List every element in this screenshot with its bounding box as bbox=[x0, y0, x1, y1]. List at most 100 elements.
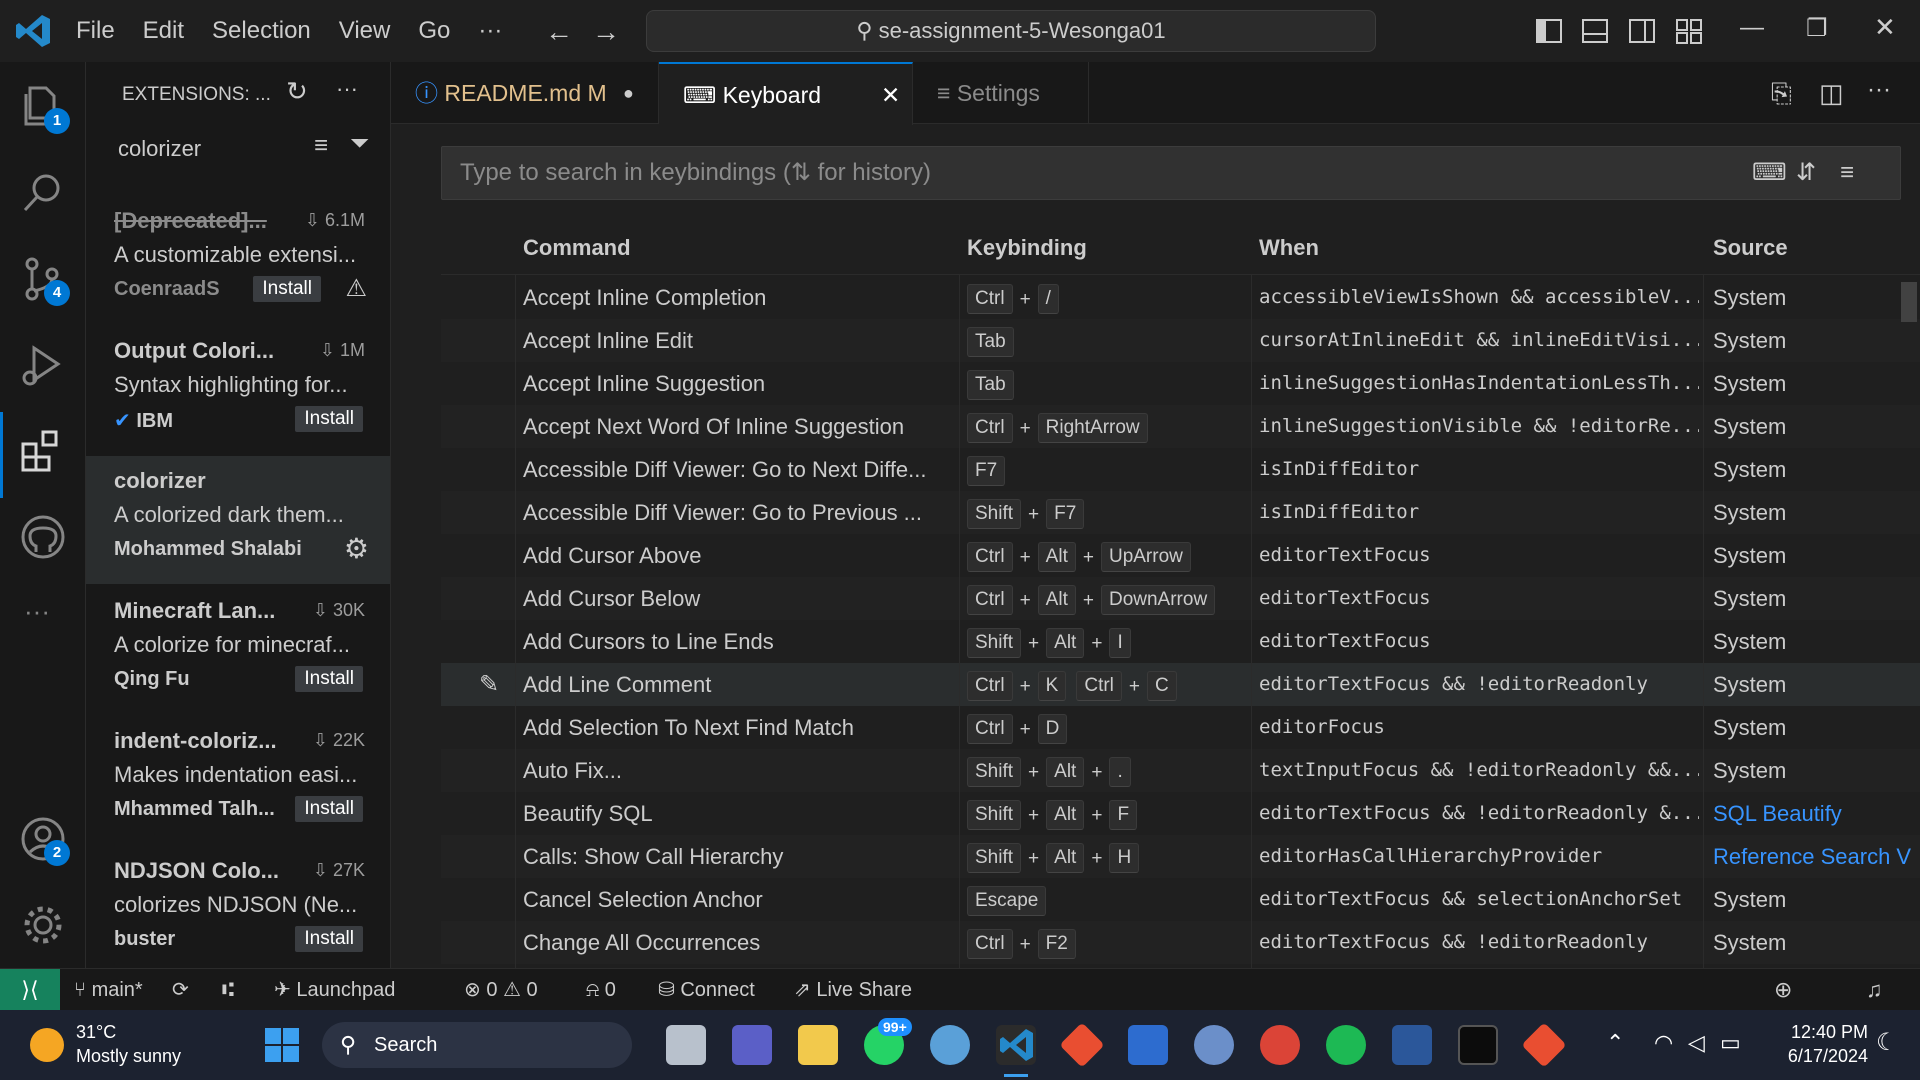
customize-layout-icon[interactable] bbox=[1674, 16, 1704, 46]
clear-search-icon[interactable]: ≡ bbox=[1840, 147, 1854, 199]
git-icon[interactable] bbox=[1059, 1022, 1105, 1068]
header-when[interactable]: When bbox=[1259, 222, 1319, 274]
record-keys-icon[interactable]: ⌨ bbox=[1752, 147, 1787, 199]
connect-status[interactable]: ⛁ Connect bbox=[658, 969, 755, 1011]
keybinding-row[interactable]: Cancel Selection Anchor Escape editorTextF… bbox=[441, 878, 1920, 921]
install-button[interactable]: Install bbox=[253, 276, 321, 302]
ports-status[interactable]: ⍾ 0 bbox=[586, 969, 616, 1011]
keybinding-row[interactable]: Add Selection To Next Find Match Ctrl + Ded… bbox=[441, 706, 1920, 749]
keybinding-row[interactable]: Add Cursors to Line Ends Shift + Alt + Iedito… bbox=[441, 620, 1920, 663]
taskbar-search[interactable]: ⚲ Search bbox=[322, 1022, 632, 1068]
windows-start-icon[interactable] bbox=[264, 1027, 300, 1063]
remote-indicator-icon[interactable]: ⟩⟨ bbox=[0, 969, 60, 1011]
word-icon[interactable] bbox=[1392, 1025, 1432, 1065]
menu-edit[interactable]: Edit bbox=[129, 0, 198, 62]
git-gui-icon[interactable] bbox=[1521, 1022, 1567, 1068]
extension-item[interactable]: indent-coloriz... ⇩ 22K Makes indentatio… bbox=[86, 716, 390, 844]
branch-status[interactable]: ⑂ main* bbox=[74, 969, 143, 1011]
keybinding-row[interactable]: Change All Occurrences Ctrl + F2 editorTextF… bbox=[441, 921, 1920, 964]
clock-date[interactable]: 6/17/2024 bbox=[1768, 1046, 1868, 1067]
keybinding-row[interactable]: Accept Inline Suggestion Tab inlineSuggest… bbox=[441, 362, 1920, 405]
tab-keyboard-shortcuts[interactable]: ⌨ Keyboard Shortcuts ✕ bbox=[659, 62, 913, 170]
keybinding-row[interactable]: Accept Inline Completion Ctrl + / accessible… bbox=[441, 276, 1920, 319]
keybinding-row[interactable]: Accept Inline Edit Tab cursorAtInlineEdit … bbox=[441, 319, 1920, 362]
keybinding-row[interactable]: ✎ Add Line Comment Ctrl + K Ctrl + CeditorTextF… bbox=[441, 663, 1920, 706]
github-icon[interactable] bbox=[18, 512, 68, 562]
scrollbar-thumb[interactable] bbox=[1901, 282, 1917, 322]
close-window-icon[interactable]: ✕ bbox=[1874, 12, 1896, 43]
terminal-icon[interactable] bbox=[1458, 1025, 1498, 1065]
chrome-icon[interactable] bbox=[1260, 1025, 1300, 1065]
keybinding-row[interactable]: Accept Next Word Of Inline Suggestion Ctr… bbox=[441, 405, 1920, 448]
extension-item[interactable]: NDJSON Colo... ⇩ 27K colorizes NDJSON (N… bbox=[86, 846, 390, 968]
extension-search-input[interactable]: colorizer ≡ ⏷ bbox=[104, 126, 374, 174]
menu-file[interactable]: File bbox=[62, 0, 129, 62]
install-button[interactable]: Install bbox=[295, 796, 363, 822]
search-icon[interactable] bbox=[18, 168, 68, 218]
back-arrow-icon[interactable]: ← bbox=[545, 16, 573, 48]
accounts-icon[interactable]: 2 bbox=[18, 814, 70, 866]
tab-readme[interactable]: ⓘ README.md M ● bbox=[391, 62, 659, 124]
keybinding-row[interactable]: Accessible Diff Viewer: Go to Next Diffe… bbox=[441, 448, 1920, 491]
keybinding-row[interactable]: Calls: Show Call Hierarchy Shift + Alt + Hedi… bbox=[441, 835, 1920, 878]
run-debug-icon[interactable] bbox=[18, 340, 68, 390]
header-command[interactable]: Command bbox=[523, 222, 631, 274]
chevron-up-icon[interactable]: ⌃ bbox=[1606, 1030, 1624, 1056]
moon-icon[interactable]: ☾ bbox=[1876, 1028, 1898, 1057]
forward-arrow-icon[interactable]: → bbox=[592, 16, 620, 48]
weather-temp[interactable]: 31°C bbox=[76, 1022, 116, 1043]
battery-icon[interactable]: ▭ bbox=[1720, 1030, 1741, 1056]
minimize-icon[interactable]: — bbox=[1740, 14, 1764, 42]
header-keybinding[interactable]: Keybinding bbox=[967, 222, 1087, 274]
gear-icon[interactable] bbox=[18, 900, 68, 950]
network-globe-icon[interactable] bbox=[930, 1025, 970, 1065]
keybinding-row[interactable]: Auto Fix... Shift + Alt +. textInputFocus && … bbox=[441, 749, 1920, 792]
editor-more-icon[interactable]: ··· bbox=[1867, 76, 1891, 104]
menu-go[interactable]: Go bbox=[404, 0, 464, 62]
teams-icon[interactable] bbox=[732, 1025, 772, 1065]
vscode-taskbar-icon[interactable] bbox=[996, 1025, 1036, 1065]
extension-item[interactable]: Output Colori... ⇩ 1M Syntax highlightin… bbox=[86, 326, 390, 454]
source-control-icon[interactable]: 4 bbox=[18, 254, 70, 306]
toggle-secondary-sidebar-icon[interactable] bbox=[1627, 16, 1657, 46]
keybinding-row[interactable]: Beautify SQL Shift + Alt + FeditorTextFocus &… bbox=[441, 792, 1920, 835]
install-button[interactable]: Install bbox=[295, 406, 363, 432]
spotify-icon[interactable] bbox=[1326, 1025, 1366, 1065]
menu-view[interactable]: View bbox=[325, 0, 405, 62]
command-center[interactable]: ⚲ se-assignment-5-Wesonga01 bbox=[646, 10, 1376, 52]
edit-pencil-icon[interactable]: ✎ bbox=[479, 663, 509, 706]
install-button[interactable]: Install bbox=[295, 666, 363, 692]
graph-icon[interactable]: ⑆ bbox=[222, 969, 234, 1011]
wifi-icon[interactable]: ◠ bbox=[1654, 1030, 1673, 1056]
install-button[interactable]: Install bbox=[295, 926, 363, 952]
problems-status[interactable]: ⊗ 0 ⚠ 0 bbox=[464, 969, 538, 1011]
unsaved-dot-icon[interactable]: ● bbox=[623, 62, 634, 124]
header-source[interactable]: Source bbox=[1713, 222, 1788, 274]
file-explorer-icon[interactable] bbox=[798, 1025, 838, 1065]
extension-item-selected[interactable]: colorizer A colorized dark them... Moham… bbox=[86, 456, 390, 584]
volume-icon[interactable]: ◁ bbox=[1688, 1030, 1705, 1056]
powershell-icon[interactable] bbox=[1128, 1025, 1168, 1065]
zoom-icon[interactable]: ⊕ bbox=[1774, 969, 1792, 1011]
source-label[interactable]: SQL Beautify bbox=[1713, 792, 1920, 835]
open-json-icon[interactable]: ⎘ bbox=[1771, 78, 1792, 110]
launchpad-status[interactable]: ✈ Launchpad bbox=[274, 969, 395, 1011]
refresh-icon[interactable]: ↻ bbox=[286, 76, 308, 107]
tab-settings[interactable]: ≡ Settings bbox=[913, 62, 1089, 124]
keybinding-row[interactable]: Accessible Diff Viewer: Go to Previous .… bbox=[441, 491, 1920, 534]
gear-icon[interactable]: ⚙ bbox=[344, 532, 369, 565]
filter-icon[interactable]: ⏷ bbox=[350, 130, 369, 158]
task-view-icon[interactable] bbox=[666, 1025, 706, 1065]
bell-icon[interactable]: ♫ bbox=[1866, 969, 1883, 1011]
explorer-icon[interactable]: 1 bbox=[18, 82, 70, 134]
menu-selection[interactable]: Selection bbox=[198, 0, 325, 62]
more-views-icon[interactable]: ··· bbox=[24, 596, 50, 627]
more-actions-icon[interactable]: ··· bbox=[336, 76, 358, 102]
r-icon[interactable] bbox=[1194, 1025, 1234, 1065]
clear-filter-icon[interactable]: ≡ bbox=[314, 132, 328, 160]
extension-item[interactable]: [Deprecated]... ⇩ 6.1M A customizable ex… bbox=[86, 196, 390, 324]
keybinding-search-input[interactable]: Type to search in keybindings (⇅ for his… bbox=[441, 146, 1901, 200]
live-share-status[interactable]: ⇗ Live Share bbox=[794, 969, 912, 1011]
menu-more[interactable]: ··· bbox=[464, 0, 516, 62]
sync-icon[interactable]: ⟳ bbox=[172, 969, 189, 1011]
